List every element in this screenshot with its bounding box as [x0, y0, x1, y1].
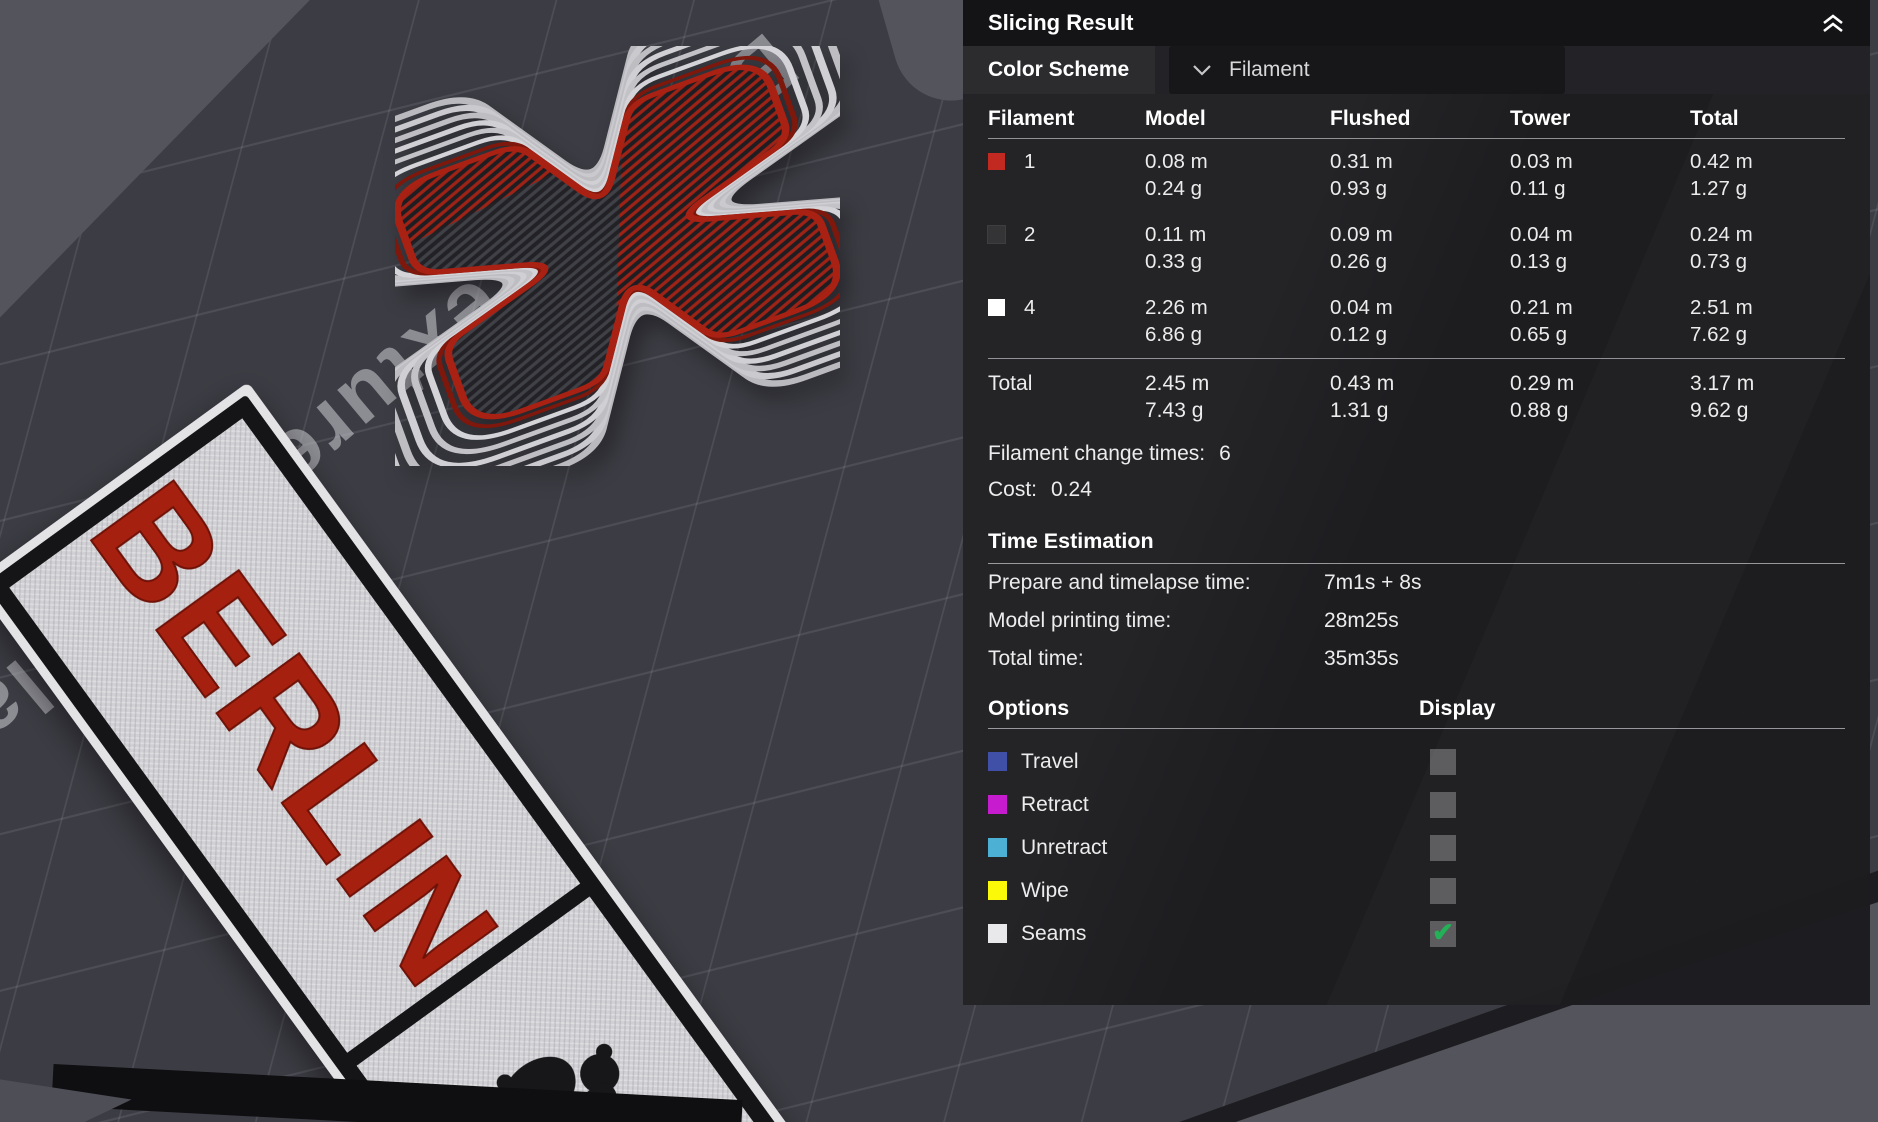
options-list: Travel ✔ Retract ✔ — [988, 740, 1845, 955]
slicing-result-panel: Slicing Result Color Scheme Filament Fil… — [963, 0, 1870, 1005]
retract-checkbox[interactable]: ✔ — [1430, 791, 1456, 818]
filament-4-id: 4 — [1024, 296, 1036, 319]
time-row-prepare: Prepare and timelapse time: 7m1s + 8s — [988, 564, 1845, 602]
seams-label: Seams — [1021, 921, 1087, 945]
travel-color-swatch — [988, 752, 1007, 771]
unretract-label: Unretract — [1021, 835, 1108, 859]
x-part-group — [395, 46, 840, 466]
options-title: Options — [988, 696, 1070, 720]
color-scheme-row: Color Scheme Filament — [963, 46, 1870, 94]
prepare-time-value: 7m1s + 8s — [1324, 571, 1422, 594]
time-row-total: Total time: 35m35s — [988, 640, 1845, 678]
filament-row-2: 2 0.11 m 0.33 g 0.09 m 0.26 g 0.04 m 0.13 g… — [987, 212, 1845, 285]
retract-label: Retract — [1021, 792, 1089, 816]
wipe-checkbox[interactable]: ✔ — [1430, 877, 1456, 904]
total-time-value: 35m35s — [1324, 647, 1399, 670]
travel-label: Travel — [1021, 749, 1079, 773]
display-title: Display — [1419, 696, 1496, 720]
panel-titlebar: Slicing Result — [963, 0, 1870, 46]
options-header: Options Display — [988, 696, 1845, 729]
total-label: Total — [988, 372, 1033, 395]
option-row-retract[interactable]: Retract ✔ — [988, 783, 1845, 826]
time-estimation-title: Time Estimation — [988, 529, 1845, 564]
unretract-color-swatch — [988, 838, 1007, 857]
filament-change-value: 6 — [1219, 442, 1231, 465]
retract-color-swatch — [988, 795, 1007, 814]
time-row-model: Model printing time: 28m25s — [988, 602, 1845, 640]
filament-2-id: 2 — [1024, 223, 1036, 246]
filament-total-row: Total 2.45 m 7.43 g 0.43 m 1.31 g 0.29 m 0.… — [988, 358, 1845, 436]
color-scheme-value: Filament — [1229, 58, 1310, 81]
col-filament: Filament — [988, 107, 1075, 130]
filament-row-4: 4 2.26 m 6.86 g 0.04 m 0.12 g 0.21 m 0.65 g… — [988, 285, 1845, 358]
option-row-travel[interactable]: Travel ✔ — [988, 740, 1845, 783]
filament-row-1: 1 0.08 m 0.24 g 0.31 m 0.93 g 0.03 m 0.11 g… — [988, 139, 1845, 212]
option-row-seams[interactable]: Seams ✔ — [988, 912, 1845, 955]
check-icon: ✔ — [1432, 916, 1454, 947]
filament-4-swatch — [988, 299, 1005, 316]
seams-color-swatch — [988, 924, 1007, 943]
filament-1-id: 1 — [1024, 150, 1036, 173]
option-row-unretract[interactable]: Unretract ✔ — [988, 826, 1845, 869]
wipe-color-swatch — [988, 881, 1007, 900]
color-scheme-label: Color Scheme — [963, 46, 1155, 94]
unretract-checkbox[interactable]: ✔ — [1430, 834, 1456, 861]
panel-body: Filament Model Flushed Tower Total 1 0.0… — [963, 94, 1870, 1005]
option-row-wipe[interactable]: Wipe ✔ — [988, 869, 1845, 912]
chevron-double-up-icon — [1823, 14, 1843, 33]
collapse-panel-button[interactable] — [1816, 8, 1850, 38]
travel-checkbox[interactable]: ✔ — [1430, 748, 1456, 775]
col-model: Model — [1145, 107, 1206, 130]
chevron-down-icon — [1193, 65, 1211, 76]
filament-1-swatch — [988, 153, 1005, 170]
wipe-label: Wipe — [1021, 878, 1069, 902]
seams-checkbox[interactable]: ✔ — [1430, 916, 1456, 947]
model-time-value: 28m25s — [1324, 609, 1399, 632]
col-flushed: Flushed — [1330, 107, 1411, 130]
cost: Cost: 0.24 — [988, 472, 1845, 508]
cost-value: 0.24 — [1051, 478, 1092, 501]
col-total: Total — [1690, 107, 1739, 130]
filament-change-times: Filament change times: 6 — [988, 436, 1845, 472]
panel-title: Slicing Result — [988, 10, 1134, 35]
color-scheme-dropdown[interactable]: Filament — [1169, 46, 1565, 94]
filament-table-header: Filament Model Flushed Tower Total — [988, 94, 1845, 139]
sliced-model-x-part[interactable] — [395, 46, 840, 466]
app-window: Bambu Textured PEI Plate — [0, 0, 1878, 1122]
filament-2-swatch — [987, 225, 1006, 244]
col-tower: Tower — [1510, 107, 1571, 130]
